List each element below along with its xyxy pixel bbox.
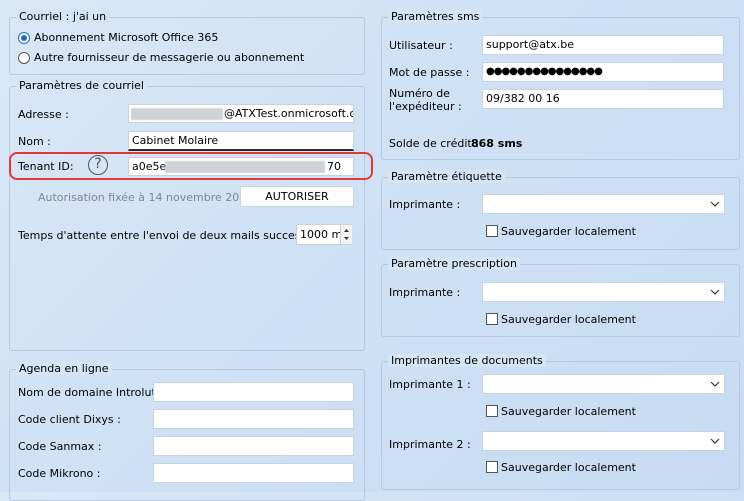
documents-printer2-select[interactable] bbox=[482, 431, 725, 451]
params-courriel-title: Paramètres de courriel bbox=[16, 79, 147, 92]
documents-printer1-label: Imprimante 1 : bbox=[389, 378, 471, 391]
adresse-input[interactable]: @ATXTest.onmicrosoft.com bbox=[128, 104, 354, 123]
autoriser-button[interactable]: AUTORISER bbox=[240, 186, 354, 207]
tenant-input[interactable]: a0e5e 70 bbox=[128, 157, 354, 176]
sms-user-input[interactable]: support@atx.be bbox=[482, 35, 724, 55]
tenant-label: Tenant ID: bbox=[18, 160, 74, 173]
help-glyph: ? bbox=[94, 156, 102, 172]
etiquette-printer-select[interactable] bbox=[482, 194, 725, 214]
tenant-prefix: a0e5e bbox=[132, 160, 167, 173]
adresse-domain: @ATXTest.onmicrosoft.com bbox=[224, 107, 353, 120]
radio-office365-label[interactable]: Abonnement Microsoft Office 365 bbox=[34, 31, 218, 44]
documents-save-label-1[interactable]: Sauvegarder localement bbox=[501, 405, 636, 418]
sms-sender-input[interactable]: 09/382 00 16 bbox=[482, 89, 724, 109]
sms-credit-value: 868 sms bbox=[471, 137, 523, 150]
agenda-label-introlution: Nom de domaine Introlution bbox=[18, 386, 173, 399]
radio-other-provider-label[interactable]: Autre fournisseur de messagerie ou abonn… bbox=[34, 51, 304, 64]
etiquette-save-checkbox[interactable] bbox=[486, 225, 498, 237]
documents-title: Imprimantes de documents bbox=[388, 354, 546, 367]
sms-title: Paramètres sms bbox=[388, 10, 483, 23]
etiquette-title: Paramètre étiquette bbox=[388, 170, 505, 183]
sms-sender-label-1: Numéro de bbox=[389, 87, 450, 100]
courriel-group-title: Courriel : j'ai un bbox=[16, 10, 110, 23]
agenda-label-mikrono: Code Mikrono : bbox=[18, 467, 101, 480]
sms-sender-label-2: l'expéditeur : bbox=[389, 100, 462, 113]
autorisation-text: Autorisation fixée à 14 novembre 2025 bbox=[38, 191, 254, 204]
agenda-label-dixys: Code client Dixys : bbox=[18, 413, 121, 426]
documents-save-label-2[interactable]: Sauvegarder localement bbox=[501, 461, 636, 474]
nom-label: Nom : bbox=[18, 135, 51, 148]
adresse-label: Adresse : bbox=[18, 108, 69, 121]
chevron-down-icon bbox=[710, 381, 720, 387]
documents-printer1-select[interactable] bbox=[482, 374, 725, 394]
documents-save-checkbox-2[interactable] bbox=[486, 461, 498, 473]
chevron-down-icon bbox=[710, 438, 720, 444]
tenant-redacted bbox=[165, 161, 325, 173]
nom-input[interactable]: Cabinet Molaire bbox=[128, 131, 354, 151]
prescription-title: Paramètre prescription bbox=[388, 257, 520, 270]
agenda-input-introlution[interactable] bbox=[153, 382, 354, 402]
temps-spin-up[interactable] bbox=[340, 225, 352, 234]
sms-credit-label: Solde de crédit : bbox=[389, 137, 479, 150]
sms-user-label: Utilisateur : bbox=[389, 39, 453, 52]
agenda-label-sanmax: Code Sanmax : bbox=[18, 440, 102, 453]
documents-printer2-label: Imprimante 2 : bbox=[389, 438, 471, 451]
agenda-input-dixys[interactable] bbox=[153, 409, 354, 429]
help-icon[interactable]: ? bbox=[88, 155, 108, 175]
chevron-down-icon bbox=[344, 237, 349, 240]
tenant-suffix: 70 bbox=[327, 160, 341, 173]
documents-save-checkbox-1[interactable] bbox=[486, 405, 498, 417]
sms-password-input[interactable]: ●●●●●●●●●●●●●●● bbox=[482, 62, 724, 82]
agenda-title: Agenda en ligne bbox=[16, 362, 112, 375]
radio-other-provider[interactable] bbox=[18, 52, 30, 64]
etiquette-save-label[interactable]: Sauvegarder localement bbox=[501, 225, 636, 238]
temps-label: Temps d'attente entre l'envoi de deux ma… bbox=[18, 229, 327, 242]
prescription-save-label[interactable]: Sauvegarder localement bbox=[501, 313, 636, 326]
prescription-printer-select[interactable] bbox=[482, 282, 725, 302]
sms-password-label: Mot de passe : bbox=[389, 66, 470, 79]
prescription-printer-label: Imprimante : bbox=[389, 286, 461, 299]
etiquette-printer-label: Imprimante : bbox=[389, 198, 461, 211]
agenda-input-sanmax[interactable] bbox=[153, 436, 354, 456]
courriel-group: Courriel : j'ai un bbox=[9, 10, 365, 75]
adresse-redacted bbox=[131, 108, 223, 120]
chevron-down-icon bbox=[710, 289, 720, 295]
prescription-save-checkbox[interactable] bbox=[486, 313, 498, 325]
radio-office365[interactable] bbox=[18, 32, 30, 44]
temps-spin-down[interactable] bbox=[340, 234, 352, 244]
chevron-down-icon bbox=[710, 201, 720, 207]
params-courriel-group: Paramètres de courriel bbox=[9, 79, 365, 351]
agenda-input-mikrono[interactable] bbox=[153, 463, 354, 483]
